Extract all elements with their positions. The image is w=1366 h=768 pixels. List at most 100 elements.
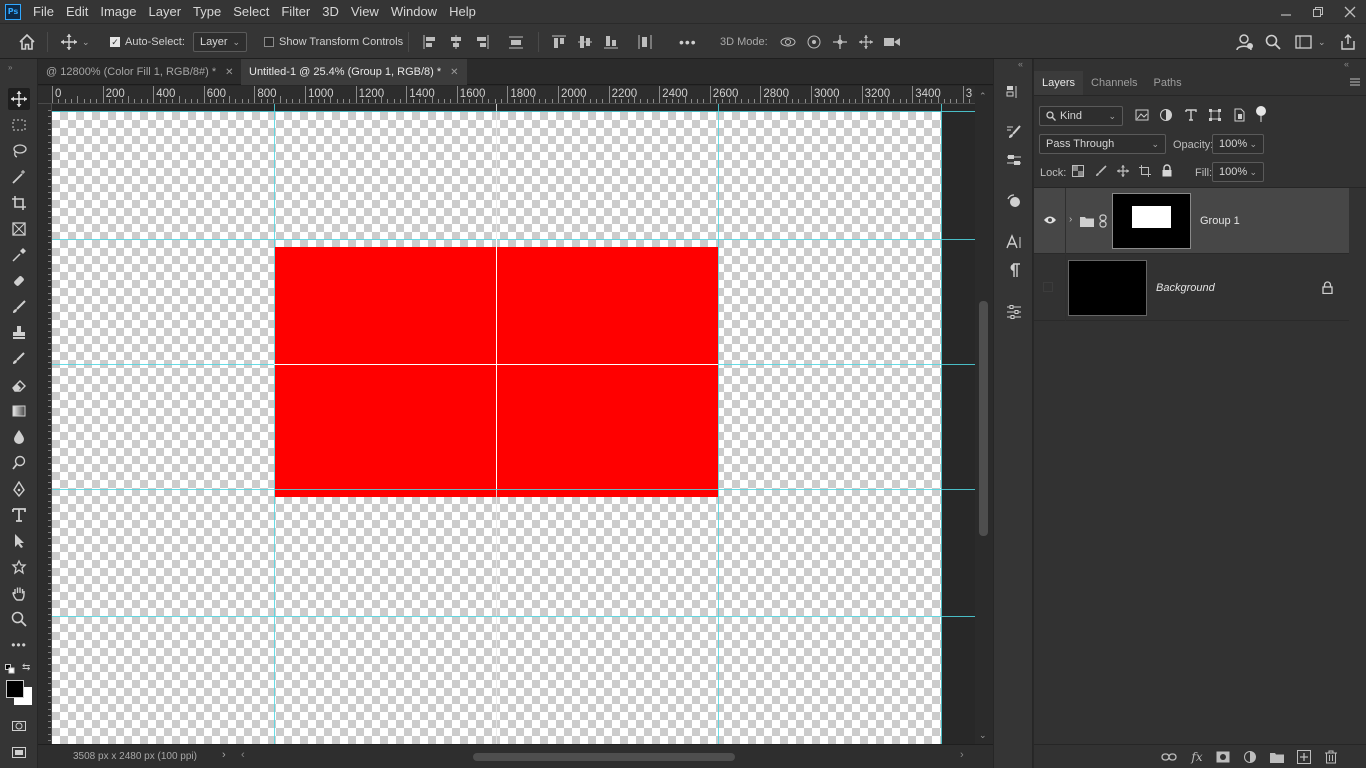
swap-colors-icon[interactable]: ⇆ bbox=[22, 662, 30, 673]
collapse-panel-icon[interactable]: « bbox=[1344, 59, 1349, 69]
restore-icon[interactable] bbox=[1302, 0, 1334, 23]
menu-edit[interactable]: Edit bbox=[60, 0, 94, 23]
delete-layer-icon[interactable] bbox=[1323, 749, 1339, 765]
layer-mask-thumbnail[interactable] bbox=[1112, 193, 1191, 249]
blur-tool-icon[interactable] bbox=[8, 426, 30, 448]
align-left-edges-icon[interactable] bbox=[422, 24, 438, 60]
auto-select-target-dropdown[interactable]: Layer ⌄ bbox=[193, 32, 247, 52]
custom-shape-tool-icon[interactable] bbox=[8, 556, 30, 578]
expand-chevron-icon[interactable]: › bbox=[1069, 214, 1072, 225]
menu-3d[interactable]: 3D bbox=[316, 0, 345, 23]
visibility-eye-icon[interactable] bbox=[1043, 215, 1057, 225]
new-group-icon[interactable] bbox=[1269, 749, 1285, 765]
guide-horizontal[interactable] bbox=[52, 239, 975, 240]
tab-color-fill-document[interactable]: @ 12800% (Color Fill 1, RGB/8#) * ✕ bbox=[38, 59, 242, 85]
adjustment-layer-icon[interactable] bbox=[1242, 749, 1258, 765]
history-brush-tool-icon[interactable] bbox=[8, 348, 30, 370]
menu-help[interactable]: Help bbox=[443, 0, 482, 23]
vertical-scrollbar[interactable]: ⌃ ⌄ bbox=[975, 86, 993, 744]
filter-toggle-switch[interactable] bbox=[1256, 106, 1266, 116]
collapse-toolbar-icon[interactable]: » bbox=[8, 63, 12, 72]
foreground-color-swatch[interactable] bbox=[6, 680, 24, 698]
guide-horizontal[interactable] bbox=[52, 111, 975, 112]
tab-paths[interactable]: Paths bbox=[1146, 71, 1190, 95]
distribute-horizontal-icon[interactable] bbox=[637, 24, 653, 60]
close-icon[interactable]: ✕ bbox=[225, 67, 233, 78]
canvas-viewport[interactable] bbox=[52, 104, 975, 744]
more-options-icon[interactable]: ••• bbox=[679, 24, 697, 60]
scroll-down-icon[interactable]: ⌄ bbox=[979, 730, 987, 741]
eyedropper-tool-icon[interactable] bbox=[8, 244, 30, 266]
guide-vertical[interactable] bbox=[941, 104, 942, 744]
quick-mask-icon[interactable] bbox=[8, 715, 30, 737]
menu-filter[interactable]: Filter bbox=[275, 0, 316, 23]
align-right-edges-icon[interactable] bbox=[474, 24, 490, 60]
screen-mode-icon[interactable] bbox=[8, 741, 30, 763]
tab-channels[interactable]: Channels bbox=[1083, 71, 1145, 95]
type-tool-icon[interactable] bbox=[8, 504, 30, 526]
workspace-icon[interactable]: ⌄ bbox=[1295, 24, 1326, 60]
minimize-icon[interactable] bbox=[1270, 0, 1302, 23]
align-vertical-centers-icon[interactable] bbox=[577, 24, 593, 60]
3d-slide-icon[interactable] bbox=[857, 24, 875, 60]
lock-image-pixels-icon[interactable] bbox=[1095, 165, 1107, 177]
horizontal-scroll-thumb[interactable] bbox=[473, 753, 735, 761]
menu-image[interactable]: Image bbox=[94, 0, 142, 23]
gradient-tool-icon[interactable] bbox=[8, 400, 30, 422]
history-panel-icon[interactable] bbox=[1003, 81, 1025, 103]
search-icon[interactable] bbox=[1265, 24, 1281, 60]
clone-stamp-tool-icon[interactable] bbox=[8, 322, 30, 344]
layer-row-group-1[interactable]: › Group 1 bbox=[1034, 188, 1349, 254]
brush-tool-icon[interactable] bbox=[8, 296, 30, 318]
adjustment-layer-filter-icon[interactable] bbox=[1159, 108, 1173, 122]
smart-object-filter-icon[interactable] bbox=[1232, 108, 1246, 122]
new-layer-icon[interactable] bbox=[1296, 749, 1312, 765]
clone-source-icon[interactable] bbox=[1003, 190, 1025, 212]
healing-brush-tool-icon[interactable] bbox=[8, 270, 30, 292]
default-colors-icon[interactable] bbox=[5, 664, 15, 674]
layer-thumbnail[interactable] bbox=[1068, 260, 1147, 316]
3d-scale-icon[interactable] bbox=[883, 24, 901, 60]
menu-view[interactable]: View bbox=[345, 0, 385, 23]
export-share-icon[interactable] bbox=[1340, 24, 1356, 60]
paragraph-panel-icon[interactable] bbox=[1003, 259, 1025, 281]
edit-toolbar-icon[interactable]: ••• bbox=[8, 634, 30, 656]
status-menu-arrow-icon[interactable]: › bbox=[222, 749, 226, 761]
layer-style-fx-icon[interactable]: fx bbox=[1189, 749, 1205, 765]
panel-menu-icon[interactable] bbox=[1349, 77, 1361, 87]
guide-vertical[interactable] bbox=[718, 104, 719, 744]
tab-layers[interactable]: Layers bbox=[1034, 71, 1084, 95]
vertical-scroll-thumb[interactable] bbox=[979, 301, 988, 536]
close-icon[interactable] bbox=[1334, 0, 1366, 23]
lock-position-icon[interactable] bbox=[1117, 165, 1129, 177]
pen-tool-icon[interactable] bbox=[8, 478, 30, 500]
3d-orbit-icon[interactable] bbox=[779, 24, 797, 60]
home-icon[interactable] bbox=[18, 24, 36, 60]
frame-tool-icon[interactable] bbox=[8, 218, 30, 240]
brush-settings-icon[interactable] bbox=[1003, 121, 1025, 143]
lock-transparent-pixels-icon[interactable] bbox=[1072, 165, 1084, 177]
dodge-tool-icon[interactable] bbox=[8, 452, 30, 474]
3d-pan-icon[interactable] bbox=[831, 24, 849, 60]
fill-field[interactable]: 100% ⌄ bbox=[1212, 162, 1264, 182]
lock-artboard-icon[interactable] bbox=[1139, 165, 1151, 177]
move-tool-icon[interactable] bbox=[8, 88, 30, 110]
lock-all-icon[interactable] bbox=[1161, 164, 1173, 177]
marquee-tool-icon[interactable] bbox=[8, 114, 30, 136]
scroll-right-icon[interactable]: › bbox=[960, 749, 964, 761]
menu-window[interactable]: Window bbox=[385, 0, 443, 23]
guide-horizontal[interactable] bbox=[52, 489, 975, 490]
hand-tool-icon[interactable] bbox=[8, 582, 30, 604]
guide-vertical[interactable] bbox=[274, 104, 275, 744]
layer-name[interactable]: Group 1 bbox=[1200, 215, 1240, 227]
eraser-tool-icon[interactable] bbox=[8, 374, 30, 396]
scroll-up-icon[interactable]: ⌃ bbox=[979, 91, 987, 102]
layer-filter-kind-dropdown[interactable]: Kind ⌄ bbox=[1039, 106, 1123, 126]
scroll-left-icon[interactable]: ‹ bbox=[241, 749, 245, 761]
lasso-tool-icon[interactable] bbox=[8, 140, 30, 162]
distribute-vertical-icon[interactable] bbox=[508, 24, 524, 60]
tab-untitled-1[interactable]: Untitled-1 @ 25.4% (Group 1, RGB/8) * ✕ bbox=[241, 59, 467, 85]
type-layer-filter-icon[interactable] bbox=[1184, 108, 1198, 122]
show-transform-checkbox[interactable] bbox=[264, 37, 274, 47]
align-bottom-edges-icon[interactable] bbox=[603, 24, 619, 60]
